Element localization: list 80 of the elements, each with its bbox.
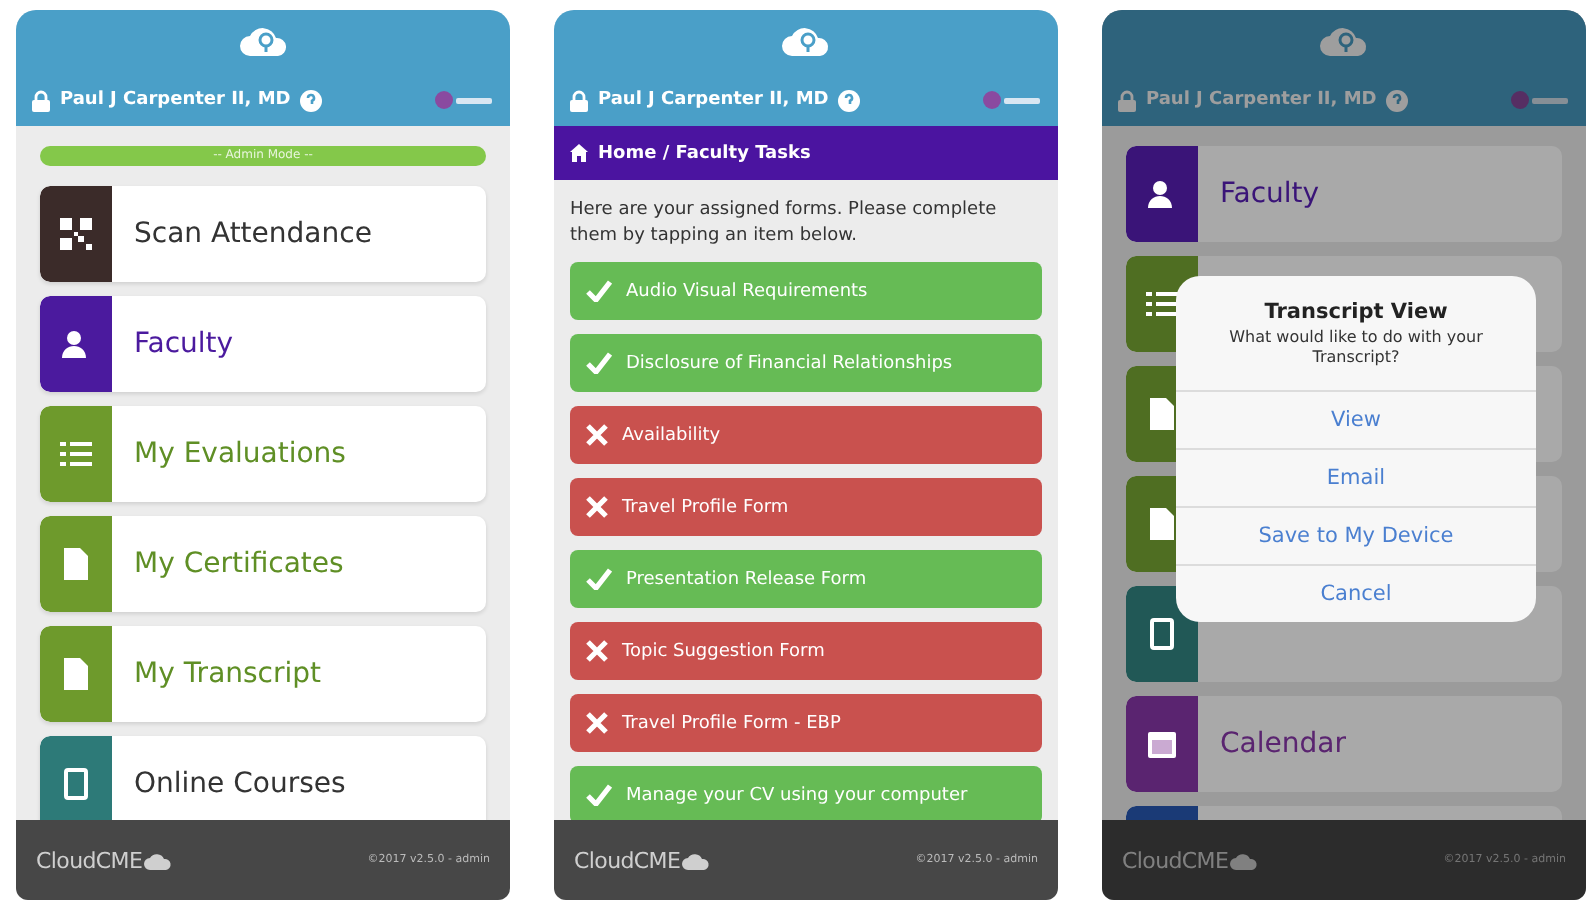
partner-logo-icon (1510, 90, 1570, 110)
form-label: Availability (622, 425, 721, 446)
breadcrumb-text: Home / Faculty Tasks (598, 143, 811, 163)
dialog-action-button[interactable]: Save to My Device (1176, 505, 1536, 564)
cross-icon (586, 424, 608, 447)
help-icon[interactable] (300, 89, 323, 111)
dialog-action-button[interactable]: Email (1176, 447, 1536, 506)
form-item[interactable]: Topic Suggestion Form (570, 622, 1042, 681)
instructions-text: Here are your assigned forms. Please complete them by tapping an item below. (568, 198, 999, 251)
form-item[interactable]: Presentation Release Form (570, 550, 1042, 609)
form-label: Travel Profile Form - EBP (622, 713, 841, 734)
dialog-message: What would like to do with your Transcript? (1227, 328, 1485, 371)
menu-tile[interactable]: Faculty (1126, 146, 1562, 242)
home-icon (570, 144, 588, 162)
user-name: Paul J Carpenter II, MD (1146, 90, 1377, 110)
user-name: Paul J Carpenter II, MD (60, 90, 291, 110)
tile-label: Online Courses (132, 766, 346, 804)
tile-label: My Certificates (132, 546, 344, 584)
brand-name: CloudCME (1122, 847, 1229, 873)
tile-label: Faculty (132, 326, 234, 364)
check-icon (586, 352, 612, 375)
cloud-icon (1230, 851, 1259, 869)
lock-icon (32, 89, 50, 111)
dialog-action-button[interactable]: View (1176, 389, 1536, 448)
menu-tile[interactable]: Online Courses (40, 736, 486, 820)
cloud-icon (682, 851, 711, 869)
document-icon (62, 548, 90, 580)
partner-logo-icon (982, 90, 1042, 110)
form-item[interactable]: Travel Profile Form - EBP (570, 694, 1042, 753)
cloud-logo-icon (1318, 26, 1370, 58)
menu-tile[interactable]: My Transcript (40, 626, 486, 722)
cross-icon (586, 712, 608, 735)
form-label: Topic Suggestion Form (622, 641, 825, 662)
form-item[interactable]: Disclosure of Financial Relationships (570, 334, 1042, 393)
cloud-icon (144, 851, 173, 869)
dialog-action-button[interactable]: Cancel (1176, 563, 1536, 622)
tablet-icon (64, 768, 88, 800)
form-label: Audio Visual Requirements (626, 281, 868, 302)
check-icon (586, 784, 612, 807)
dialog-title: Transcript View (1262, 298, 1450, 328)
cross-icon (586, 496, 608, 519)
person-icon (60, 328, 92, 360)
user-name: Paul J Carpenter II, MD (598, 90, 829, 110)
menu-tile[interactable]: My Certificates (40, 516, 486, 612)
tile-label: My Evaluations (132, 436, 346, 474)
help-icon[interactable] (1386, 89, 1409, 111)
menu-tile[interactable]: Calendar (1126, 696, 1562, 792)
qr-code-icon (58, 216, 94, 252)
form-item[interactable]: Manage your CV using your computer (570, 766, 1042, 820)
menu-tile[interactable]: Scan Attendance (40, 186, 486, 282)
tile-label: Faculty (1218, 176, 1320, 214)
menu-tile[interactable]: Faculty (40, 296, 486, 392)
document-icon (62, 658, 90, 690)
form-label: Disclosure of Financial Relationships (626, 353, 953, 374)
lock-icon (570, 89, 588, 111)
breadcrumb-bar[interactable]: Home / Faculty Tasks (554, 126, 1058, 180)
partner-logo-icon (434, 90, 494, 110)
help-icon[interactable] (838, 89, 861, 111)
cloud-logo-icon (237, 26, 289, 58)
calendar-icon (1146, 728, 1178, 760)
tile-label: Scan Attendance (132, 216, 372, 254)
lock-icon (1118, 89, 1136, 111)
tablet-icon (1150, 618, 1174, 650)
brand-name: CloudCME (36, 847, 143, 873)
person-icon (1146, 178, 1178, 210)
form-label: Travel Profile Form (622, 497, 789, 518)
form-label: Manage your CV using your computer (626, 785, 968, 806)
cross-icon (586, 640, 608, 663)
tile-label: My Transcript (132, 656, 322, 694)
cloud-logo-icon (780, 26, 832, 58)
form-item[interactable]: Audio Visual Requirements (570, 262, 1042, 321)
check-icon (586, 568, 612, 591)
form-item[interactable]: Travel Profile Form (570, 478, 1042, 537)
list-icon (60, 440, 92, 468)
menu-tile[interactable]: My Evaluations (40, 406, 486, 502)
tile-label: Calendar (1218, 726, 1346, 764)
form-label: Presentation Release Form (626, 569, 867, 590)
brand-name: CloudCME (574, 847, 681, 873)
form-item[interactable]: Availability (570, 406, 1042, 465)
check-icon (586, 280, 612, 303)
